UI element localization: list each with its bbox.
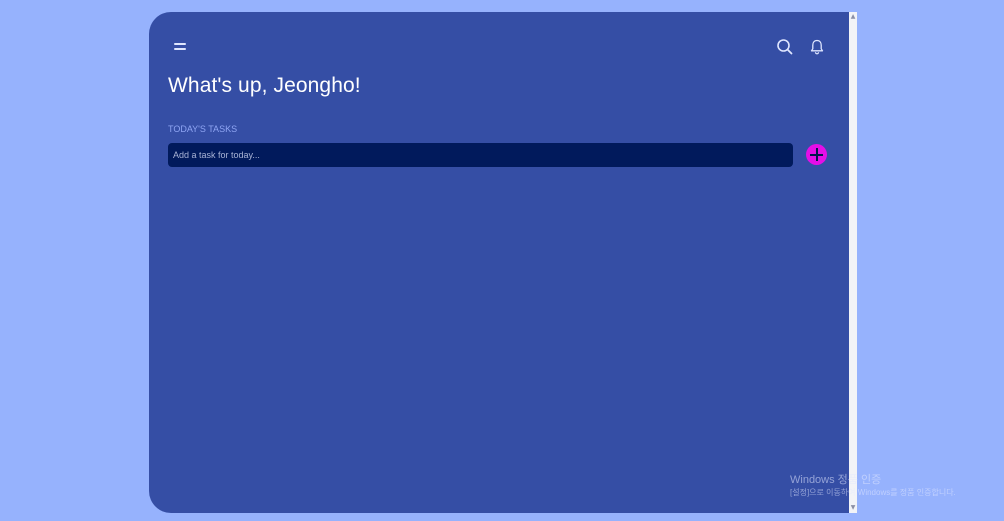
todays-tasks-label: TODAY'S TASKS [168,124,238,134]
app-window: What's up, Jeongho! TODAY'S TASKS [149,12,849,513]
notifications-button[interactable] [808,38,826,56]
search-icon [777,39,793,55]
vertical-scrollbar[interactable]: ▲ ▼ [849,12,857,513]
scroll-up-arrow-icon[interactable]: ▲ [850,13,856,21]
menu-button[interactable] [169,39,191,55]
add-task-input[interactable] [168,143,793,167]
add-task-button[interactable] [806,144,827,165]
menu-icon [174,43,186,45]
scroll-down-arrow-icon[interactable]: ▼ [850,504,856,512]
greeting-heading: What's up, Jeongho! [168,74,361,97]
search-button[interactable] [775,37,795,57]
bell-icon [810,39,824,55]
